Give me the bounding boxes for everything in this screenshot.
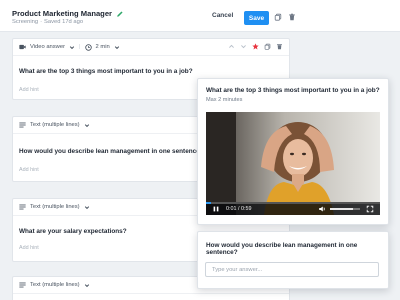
pause-icon[interactable] — [212, 205, 220, 213]
video-progress-fill — [206, 202, 212, 204]
preview-question-text: What are the top 3 things most important… — [206, 87, 380, 94]
copy-icon[interactable] — [264, 43, 271, 50]
volume-icon[interactable] — [318, 205, 326, 213]
chevron-down-icon[interactable] — [240, 43, 247, 50]
status-line: Screening · Saved 17d ago — [12, 19, 83, 25]
pencil-icon[interactable] — [116, 10, 124, 18]
video-player[interactable]: 0:01 / 0:59 — [206, 112, 380, 215]
status-text: Screening — [12, 19, 39, 25]
trash-icon[interactable] — [276, 43, 283, 50]
text-lines-icon — [19, 204, 26, 210]
chevron-down-icon[interactable] — [84, 123, 90, 128]
page-title: Product Marketing Manager — [12, 9, 113, 18]
text-lines-icon — [19, 282, 26, 288]
video-time: 0:01 / 0:59 — [226, 206, 252, 212]
title-row: Product Marketing Manager — [12, 9, 124, 18]
chevron-down-icon[interactable] — [114, 45, 120, 50]
duration-label[interactable]: 2 min — [96, 44, 110, 50]
video-camera-icon — [19, 44, 26, 50]
editor-header: Product Marketing Manager Screening · Sa… — [0, 0, 400, 32]
chevron-down-icon[interactable] — [84, 205, 90, 210]
video-progress-track[interactable] — [206, 202, 380, 204]
star-icon[interactable] — [252, 43, 259, 50]
video-frame-image — [206, 112, 380, 215]
clock-icon — [84, 43, 92, 51]
copy-icon[interactable] — [274, 13, 282, 21]
volume-slider[interactable] — [330, 208, 360, 210]
status-separator: · — [40, 19, 43, 25]
trash-icon[interactable] — [288, 13, 296, 21]
add-hint-link[interactable]: Add hint — [19, 167, 39, 173]
bar-divider: | — [79, 44, 81, 50]
question-type-label[interactable]: Text (multiple lines) — [30, 282, 80, 288]
question-text[interactable]: How would you describe lean management i… — [19, 148, 204, 155]
question-text[interactable]: What are the top 3 things most important… — [19, 68, 193, 75]
question-type-label[interactable]: Video answer — [30, 44, 65, 50]
question-text[interactable]: What are your salary expectations? — [19, 228, 127, 235]
fullscreen-icon[interactable] — [366, 205, 374, 213]
chevron-down-icon[interactable] — [69, 45, 75, 50]
text-lines-icon — [19, 122, 26, 128]
preview-question-text: How would you describe lean management i… — [206, 242, 358, 256]
chevron-down-icon[interactable] — [84, 283, 90, 288]
video-controls: 0:01 / 0:59 — [206, 202, 380, 215]
saved-text: Saved 17d ago — [44, 19, 84, 25]
add-hint-link[interactable]: Add hint — [19, 245, 39, 251]
volume-fill — [330, 208, 353, 210]
question-actions — [228, 43, 283, 50]
question-type-label[interactable]: Text (multiple lines) — [30, 122, 80, 128]
add-hint-link[interactable]: Add hint — [19, 87, 39, 93]
cancel-button[interactable]: Cancel — [212, 12, 233, 19]
preview-max-duration: Max 2 minutes — [206, 97, 243, 103]
chevron-up-icon[interactable] — [228, 43, 235, 50]
question-type-bar: Video answer | 2 min — [13, 39, 289, 56]
answer-input[interactable] — [205, 262, 379, 277]
question-type-label[interactable]: Text (multiple lines) — [30, 204, 80, 210]
save-button[interactable]: Save — [244, 11, 269, 25]
preview-card-text: How would you describe lean management i… — [197, 231, 389, 289]
